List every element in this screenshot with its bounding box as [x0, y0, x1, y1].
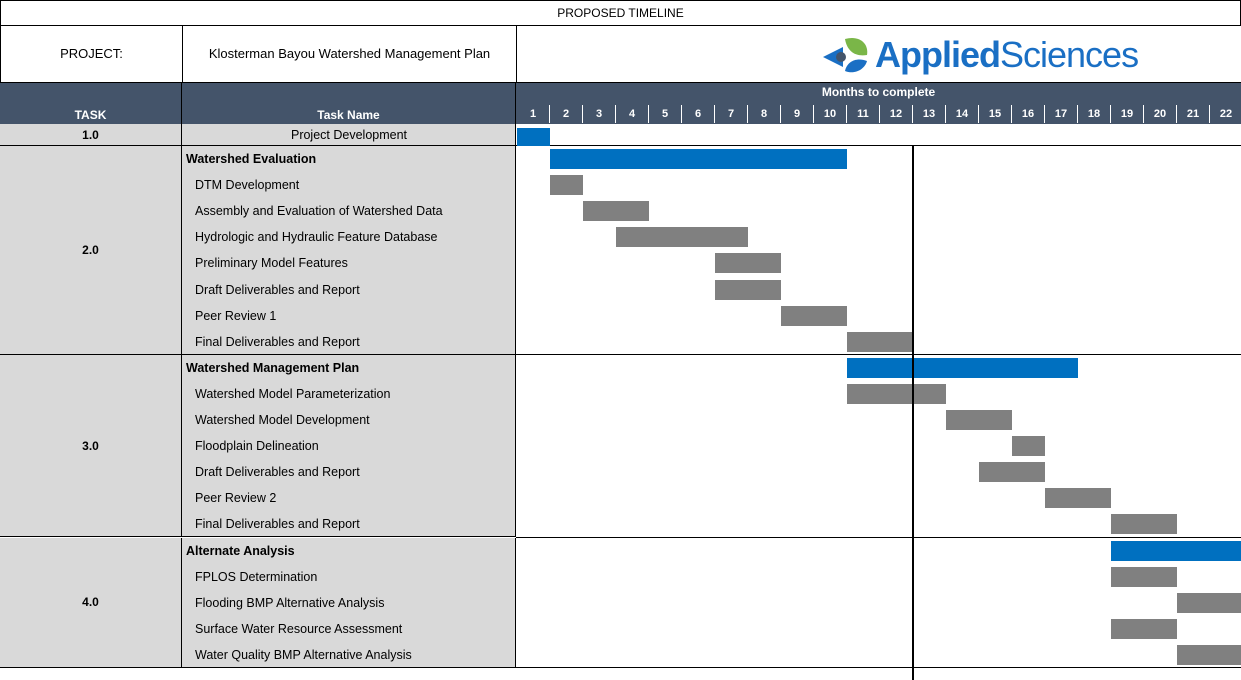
- task-name-label: Final Deliverables and Report: [195, 517, 360, 532]
- month-label-6: 6: [682, 105, 715, 123]
- month-label-4: 4: [616, 105, 649, 123]
- task-name-label: Floodplain Delineation: [195, 439, 319, 454]
- month-label-10: 10: [814, 105, 847, 123]
- task-name-label: Surface Water Resource Assessment: [195, 621, 403, 636]
- month-label-18: 18: [1078, 105, 1111, 123]
- task-name-header-label: Task Name: [317, 108, 380, 122]
- month-label-7: 7: [715, 105, 748, 123]
- task-name-column-header: Task Name: [182, 83, 516, 124]
- task-name-label: Flooding BMP Alternative Analysis: [195, 595, 385, 610]
- group-divider: [516, 353, 1241, 355]
- project-name: Klosterman Bayou Watershed Management Pl…: [183, 25, 517, 82]
- months-header-label: Months to complete: [821, 85, 936, 99]
- task-name-label: Draft Deliverables and Report: [195, 465, 360, 480]
- task-name-label: Peer Review 1: [195, 308, 277, 323]
- task-bar: [847, 383, 946, 404]
- task-name-label: Watershed Model Parameterization: [195, 386, 391, 401]
- month-label-14: 14: [946, 105, 979, 123]
- month-label-9: 9: [781, 105, 814, 123]
- task-bar: [979, 462, 1045, 483]
- month-label-16: 16: [1012, 105, 1045, 123]
- month-label-3: 3: [583, 105, 616, 123]
- logo-text-bold: Applied: [875, 34, 1001, 75]
- task-bar: [847, 331, 913, 352]
- task-number-cell: 4.0: [0, 537, 182, 668]
- phase-name-label: Alternate Analysis: [186, 543, 295, 558]
- task-bar: [946, 410, 1012, 431]
- task-name-label: Preliminary Model Features: [195, 256, 348, 271]
- task-bar: [1111, 514, 1177, 535]
- task-number-cell: 3.0: [0, 354, 182, 538]
- months-header: Months to complete 1 2 3 4 5 6 7 8 9 10 11 12 13 14 15…: [516, 83, 1241, 124]
- logo-text: AppliedSciences: [875, 34, 1139, 76]
- task-name-label: Water Quality BMP Alternative Analysis: [195, 647, 412, 662]
- phase-bar: [1111, 540, 1241, 561]
- task-name-label: FPLOS Determination: [195, 569, 318, 584]
- task-number-cell: 1.0: [0, 124, 182, 146]
- leaf-drop-logo-icon: [823, 37, 868, 73]
- month-label-12: 12: [880, 105, 913, 123]
- logo-text-regular: Sciences: [1000, 34, 1139, 75]
- month-label-5: 5: [649, 105, 682, 123]
- milestone-marker-line: [912, 146, 914, 680]
- phase-name-label: Project Development: [290, 128, 408, 142]
- task-name-label: Hydrologic and Hydraulic Feature Databas…: [195, 230, 438, 245]
- task-bar: [1111, 566, 1177, 587]
- month-label-1: 1: [517, 105, 550, 123]
- month-label-8: 8: [748, 105, 781, 123]
- task-name-label: Peer Review 2: [195, 491, 277, 506]
- phase-bar: [550, 149, 847, 170]
- month-label-20: 20: [1144, 105, 1177, 123]
- task-bar: [781, 305, 847, 326]
- phase-bar: [517, 128, 550, 146]
- phase-name-label: Watershed Management Plan: [186, 360, 360, 375]
- task-name-label: Draft Deliverables and Report: [195, 282, 360, 297]
- task-name-label: DTM Development: [195, 178, 300, 193]
- group-divider: [516, 667, 1241, 668]
- task-column-header: TASK: [0, 83, 182, 124]
- task-bar: [1177, 592, 1241, 613]
- month-label-13: 13: [913, 105, 946, 123]
- month-label-17: 17: [1045, 105, 1078, 123]
- month-label-11: 11: [847, 105, 880, 123]
- task-bar: [616, 227, 748, 248]
- project-label: PROJECT:: [1, 25, 183, 82]
- group-divider: [516, 536, 1241, 538]
- task-bar: [1111, 618, 1177, 639]
- month-label-21: 21: [1177, 105, 1210, 123]
- task-bar: [715, 279, 781, 300]
- group-divider: [516, 145, 1241, 146]
- task-bar: [1045, 488, 1111, 509]
- task-bar: [1012, 436, 1045, 457]
- task-bar: [1177, 644, 1241, 665]
- month-label-2: 2: [550, 105, 583, 123]
- project-row: PROJECT: Klosterman Bayou Watershed Mana…: [0, 25, 1241, 83]
- month-label-19: 19: [1111, 105, 1144, 123]
- task-bar: [715, 253, 781, 274]
- task-number-cell: 2.0: [0, 146, 182, 355]
- timeline-title: PROPOSED TIMELINE: [0, 0, 1241, 26]
- task-bar: [550, 175, 583, 196]
- task-header-label: TASK: [74, 108, 107, 122]
- task-name-label: Assembly and Evaluation of Watershed Dat…: [195, 204, 443, 219]
- applied-sciences-logo: AppliedSciences: [819, 34, 1139, 76]
- month-label-15: 15: [979, 105, 1012, 123]
- task-bar: [583, 201, 649, 222]
- task-name-label: Final Deliverables and Report: [195, 334, 360, 349]
- month-label-22: 22: [1210, 105, 1241, 123]
- task-name-label: Watershed Model Development: [195, 413, 370, 427]
- phase-name-label: Watershed Evaluation: [186, 152, 317, 166]
- phase-bar: [847, 357, 1078, 378]
